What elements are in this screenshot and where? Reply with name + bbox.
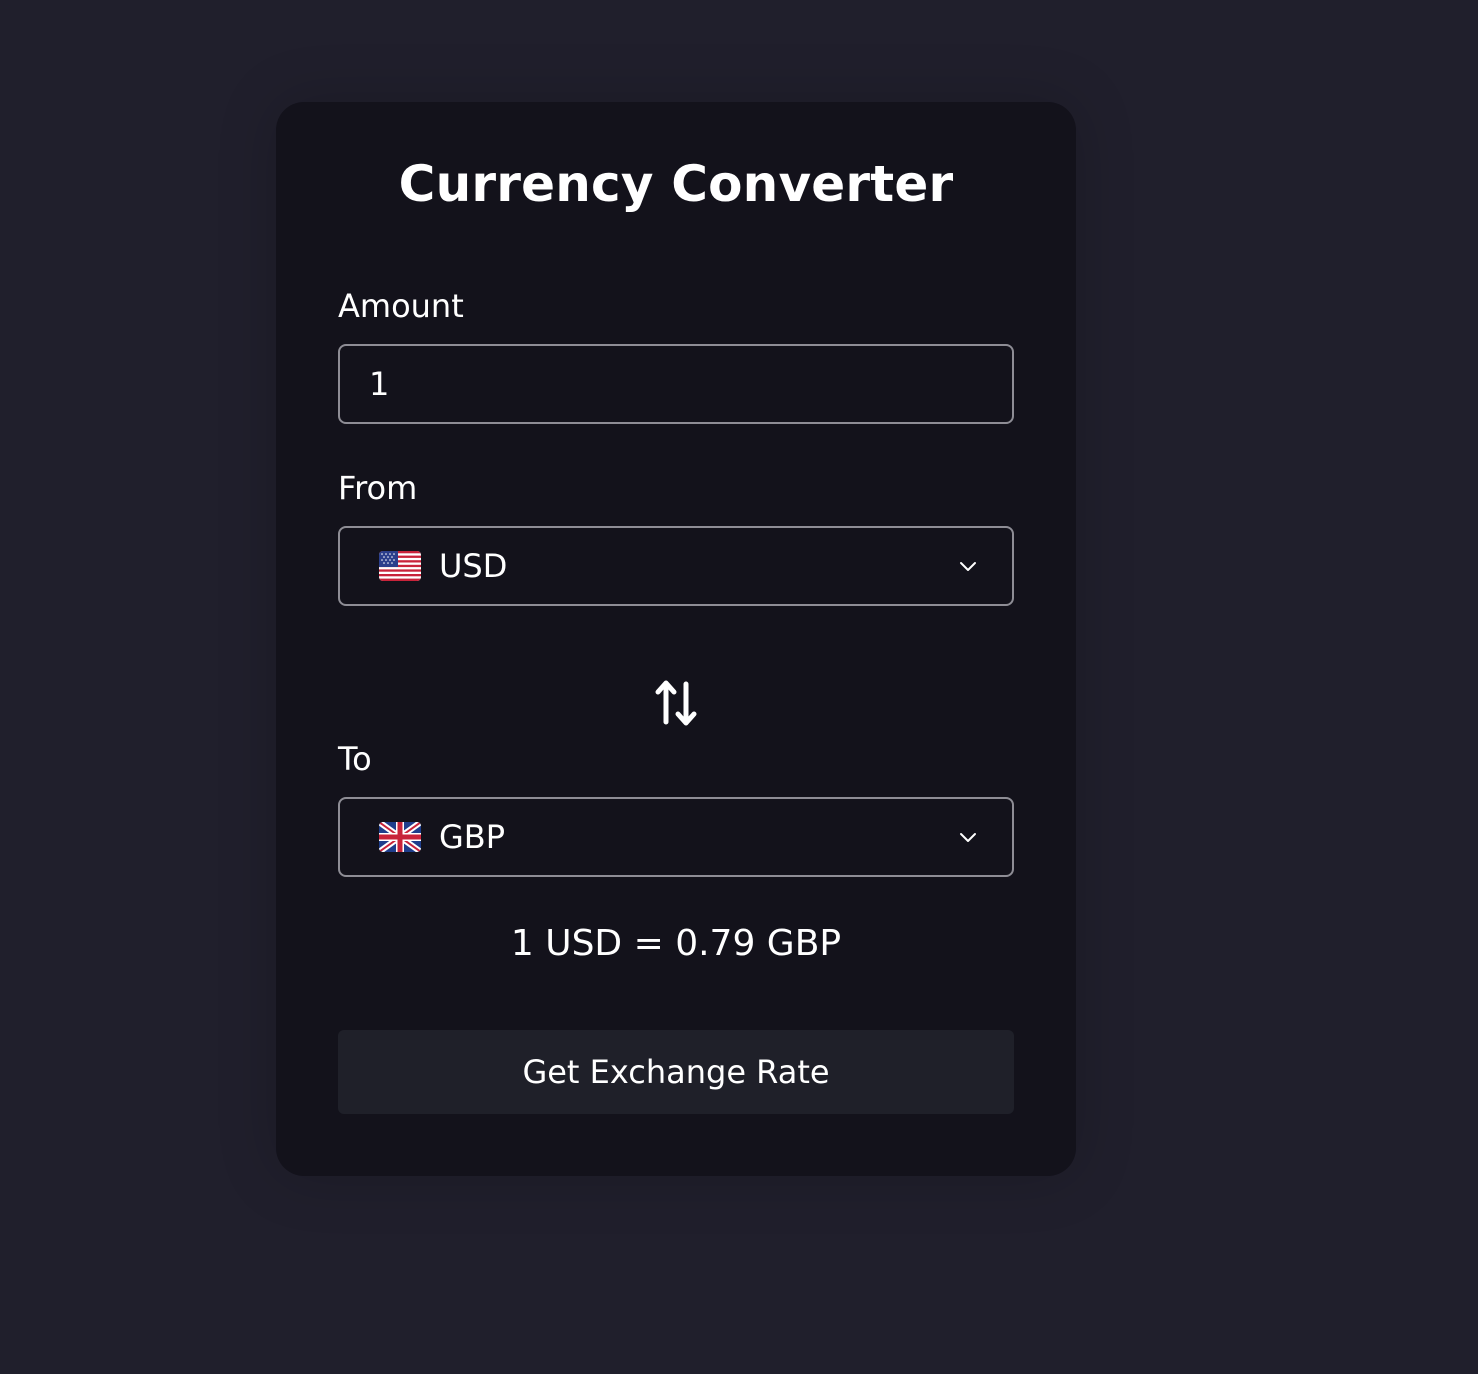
to-currency-select[interactable]: GBP — [338, 797, 1014, 877]
page-title: Currency Converter — [398, 155, 954, 213]
converter-card: Currency Converter Amount From — [276, 102, 1076, 1176]
exchange-result: 1 USD = 0.79 GBP — [510, 923, 842, 964]
to-currency-value: GBP — [439, 818, 506, 856]
amount-input[interactable] — [340, 346, 1012, 422]
from-currency-select[interactable]: USD — [338, 526, 1014, 606]
us-flag-icon — [379, 551, 421, 581]
chevron-down-icon — [960, 833, 976, 842]
from-currency-value: USD — [439, 547, 508, 585]
swap-vertical-icon[interactable] — [652, 678, 702, 728]
amount-field-wrapper — [338, 344, 1014, 424]
uk-flag-icon — [379, 822, 421, 852]
from-label: From — [338, 469, 418, 507]
get-exchange-rate-button[interactable]: Get Exchange Rate — [338, 1030, 1014, 1114]
chevron-down-icon — [960, 562, 976, 571]
amount-label: Amount — [338, 287, 464, 325]
to-label: To — [338, 740, 372, 778]
